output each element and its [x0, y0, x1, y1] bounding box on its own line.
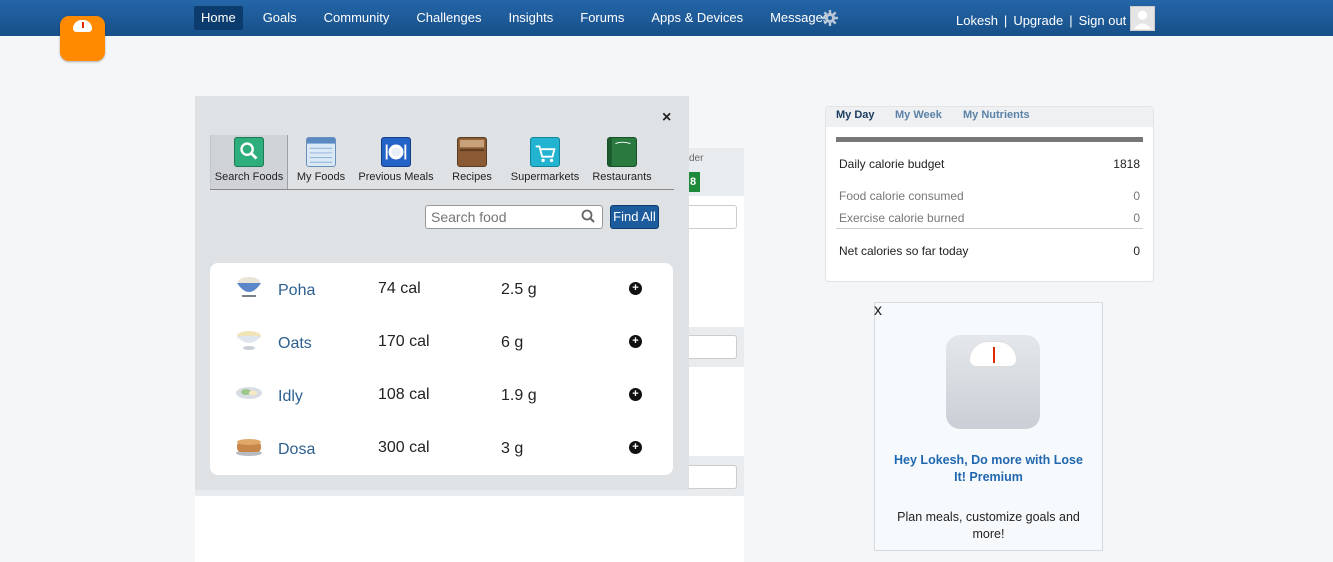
tab-label: Recipes — [452, 171, 492, 183]
count-badge: 8 — [689, 172, 700, 192]
tab-label: Search Foods — [214, 171, 284, 183]
close-popup-button[interactable]: × — [662, 109, 671, 127]
add-food-button[interactable]: + — [629, 441, 642, 454]
consumed-row: Food calorie consumed 0 — [839, 189, 1141, 203]
gear-icon[interactable] — [822, 10, 838, 26]
net-calories-row: Net calories so far today 0 — [839, 244, 1141, 258]
tab-my-foods[interactable]: My Foods — [294, 135, 348, 189]
search-icon[interactable] — [581, 209, 595, 223]
close-promo-button[interactable]: x — [874, 302, 882, 320]
user-name-link[interactable]: Lokesh — [956, 13, 998, 28]
burned-row: Exercise calorie burned 0 — [839, 211, 1141, 225]
user-silhouette-icon — [1133, 10, 1152, 30]
add-food-button[interactable]: + — [629, 388, 642, 401]
add-food-button[interactable]: + — [629, 282, 642, 295]
bowl-food-icon — [237, 277, 261, 297]
upgrade-link[interactable]: Upgrade — [1013, 13, 1063, 28]
tab-label: Previous Meals — [358, 171, 434, 183]
food-carbs: 2.5 g — [501, 281, 537, 298]
separator: | — [1003, 13, 1008, 28]
food-calories: 74 cal — [378, 280, 421, 297]
food-calories: 108 cal — [378, 386, 430, 403]
user-nav: Lokesh | Upgrade | Sign out — [956, 13, 1132, 28]
sign-out-link[interactable]: Sign out — [1079, 13, 1127, 28]
food-name[interactable]: Dosa — [278, 441, 315, 459]
burned-value: 0 — [1133, 211, 1140, 225]
restaurants-icon — [607, 137, 637, 167]
summary-tabs: My Day My Week My Nutrients — [826, 107, 1153, 127]
nav-item-insights[interactable]: Insights — [501, 6, 560, 30]
previous-meals-icon — [381, 137, 411, 167]
tab-recipes[interactable]: Recipes — [450, 135, 494, 189]
divider — [836, 228, 1143, 229]
tab-my-nutrients[interactable]: My Nutrients — [963, 109, 1030, 121]
add-food-button[interactable]: + — [629, 335, 642, 348]
consumed-value: 0 — [1133, 189, 1140, 203]
food-row[interactable]: Idly 108 cal 1.9 g + — [210, 369, 673, 422]
food-name[interactable]: Idly — [278, 388, 303, 406]
food-carbs: 6 g — [501, 334, 524, 351]
search-food-input[interactable] — [426, 206, 576, 228]
tab-label: Restaurants — [592, 171, 652, 183]
pancake-stack-icon — [236, 439, 262, 456]
tab-supermarkets[interactable]: Supermarkets — [510, 135, 580, 189]
food-carbs: 1.9 g — [501, 387, 537, 404]
nav-item-forums[interactable]: Forums — [573, 6, 631, 30]
avatar[interactable] — [1130, 6, 1155, 31]
food-calories: 170 cal — [378, 333, 430, 350]
scale-app-icon — [946, 335, 1040, 429]
tab-label: Supermarkets — [510, 171, 580, 183]
food-name[interactable]: Poha — [278, 282, 315, 300]
food-source-tabs: Search Foods My Foods Previous Meals Rec… — [210, 135, 674, 190]
tab-label: My Foods — [296, 171, 346, 183]
calorie-progress-bar — [836, 137, 1143, 142]
food-row[interactable]: Oats 170 cal 6 g + — [210, 316, 673, 369]
promo-text: Plan meals, customize goals and more! — [897, 510, 1080, 541]
meal-quick-add-input[interactable] — [689, 205, 737, 229]
daily-budget-label: Daily calorie budget — [839, 157, 945, 171]
plate-food-icon — [236, 387, 262, 399]
scale-dial-icon — [969, 341, 1017, 367]
daily-budget-row: Daily calorie budget 1818 — [839, 157, 1141, 171]
find-all-button[interactable]: Find All — [610, 205, 659, 229]
lose-it-logo[interactable] — [60, 16, 105, 61]
food-results-list: Poha 74 cal 2.5 g + Oats 170 cal 6 g + I… — [210, 263, 673, 475]
nav-item-community[interactable]: Community — [317, 6, 397, 30]
net-calories-label: Net calories so far today — [839, 244, 969, 258]
supermarkets-icon — [530, 137, 560, 167]
search-foods-icon — [234, 137, 264, 167]
recipes-icon — [457, 137, 487, 167]
tab-previous-meals[interactable]: Previous Meals — [358, 135, 434, 189]
daily-budget-value: 1818 — [1113, 157, 1140, 171]
tab-my-day[interactable]: My Day — [836, 109, 875, 121]
meal-quick-add-input[interactable] — [689, 465, 737, 489]
tab-my-week[interactable]: My Week — [895, 109, 942, 121]
burned-label: Exercise calorie burned — [839, 211, 965, 225]
tab-restaurants[interactable]: Restaurants — [591, 135, 653, 189]
main-nav: Home Goals Community Challenges Insights… — [194, 6, 849, 30]
nav-item-goals[interactable]: Goals — [256, 6, 304, 30]
food-calories: 300 cal — [378, 439, 430, 456]
nav-item-challenges[interactable]: Challenges — [409, 6, 488, 30]
search-food-field[interactable] — [425, 205, 603, 229]
tab-search-foods[interactable]: Search Foods — [210, 135, 288, 189]
meal-quick-add-input[interactable] — [689, 335, 737, 359]
oats-bowl-icon — [237, 331, 261, 350]
separator: | — [1069, 13, 1073, 28]
net-calories-value: 0 — [1133, 244, 1140, 258]
food-row[interactable]: Dosa 300 cal 3 g + — [210, 422, 673, 475]
my-foods-icon — [306, 137, 336, 167]
nav-item-home[interactable]: Home — [194, 6, 243, 30]
nav-item-apps-devices[interactable]: Apps & Devices — [644, 6, 750, 30]
consumed-label: Food calorie consumed — [839, 189, 964, 203]
food-carbs: 3 g — [501, 440, 524, 457]
scale-dial-icon — [73, 20, 92, 32]
column-header-fragment: der — [689, 153, 704, 164]
food-row[interactable]: Poha 74 cal 2.5 g + — [210, 263, 673, 316]
food-name[interactable]: Oats — [278, 335, 312, 353]
promo-title[interactable]: Hey Lokesh, Do more with Lose It! Premiu… — [890, 452, 1087, 486]
